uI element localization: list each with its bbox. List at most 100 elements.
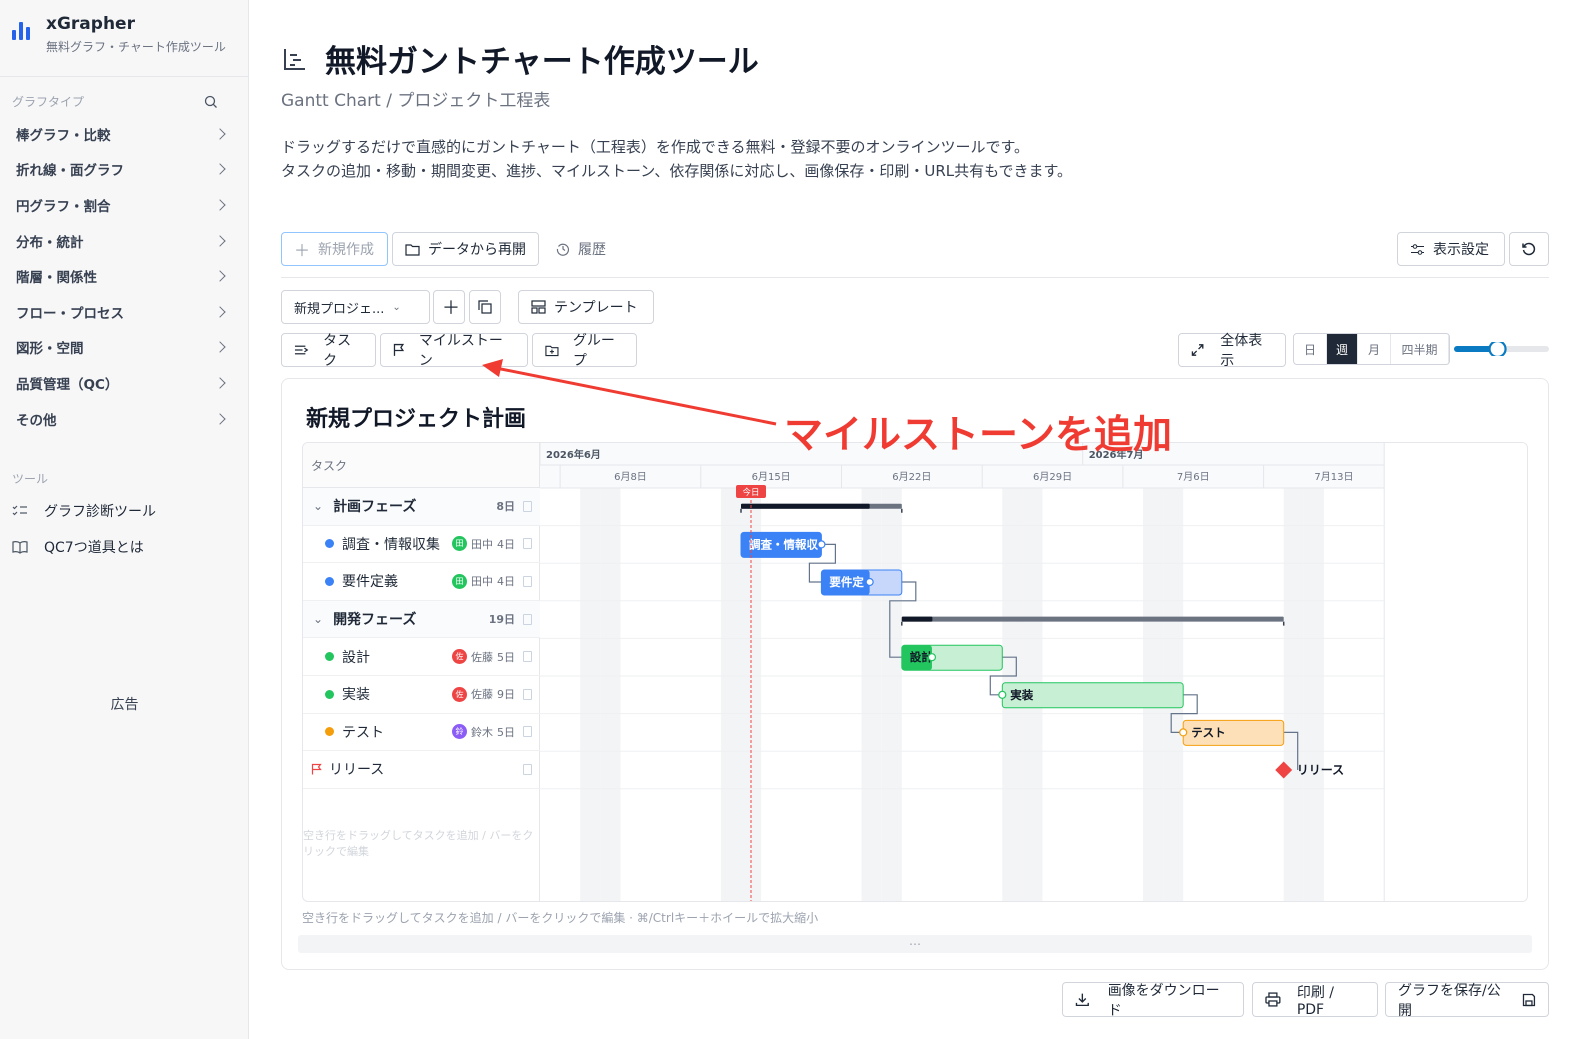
task-row[interactable]: テスト 鈴鈴木 5日 bbox=[303, 714, 540, 752]
add-task-button[interactable]: タスク bbox=[281, 333, 376, 369]
trash-icon[interactable] bbox=[523, 688, 532, 700]
save-publish-button[interactable]: グラフを保存/公開 bbox=[1385, 982, 1549, 1019]
description-line-1: ドラッグするだけで直感的にガントチャート（工程表）を作成できる無料・登録不要のオ… bbox=[281, 138, 1030, 156]
sidebar-item[interactable]: フロー・プロセス bbox=[0, 294, 248, 330]
project-select[interactable]: 新規プロジェ... ⌄ bbox=[281, 290, 430, 324]
chevron-down-icon: ⌄ bbox=[392, 301, 401, 313]
task-row[interactable]: 実装 佐佐藤 9日 bbox=[303, 676, 540, 714]
template-button[interactable]: テンプレート bbox=[518, 290, 654, 324]
chevron-right-icon bbox=[214, 412, 226, 425]
chevron-right-icon bbox=[214, 234, 226, 247]
empty-row-hint: 空き行をドラッグしてタスクを追加 / バーをクリックで編集 bbox=[303, 829, 534, 858]
scale-option[interactable]: 週 bbox=[1327, 334, 1358, 364]
task-bar-label: テスト bbox=[1191, 725, 1226, 739]
tool-qc7[interactable]: QC7つ道具とは bbox=[0, 529, 248, 565]
task-owner: 佐藤 bbox=[471, 650, 493, 664]
chevron-right-icon bbox=[214, 377, 226, 389]
sidebar-item[interactable]: 折れ線・面グラフ bbox=[0, 152, 248, 188]
task-row[interactable]: 調査・情報収集田田中 4日 bbox=[303, 526, 540, 564]
chart-footer-hint: 空き行をドラッグしてタスクを追加 / バーをクリックで編集 · ⌘/Ctrlキー… bbox=[302, 911, 819, 925]
chevron-right-icon bbox=[214, 163, 226, 176]
sidebar-item-label: 円グラフ・割合 bbox=[16, 198, 111, 215]
description-line-2: タスクの追加・移動・期間変更、進捗、マイルストーン、依存関係に対応し、画像保存・… bbox=[281, 162, 1073, 180]
milestone-label: マイルストーン bbox=[418, 333, 503, 369]
scale-option[interactable]: 日 bbox=[1294, 334, 1327, 364]
week-label: 7月6日 bbox=[1177, 471, 1210, 483]
plus-icon: ＋ bbox=[442, 298, 460, 319]
tool-graph-diagnosis[interactable]: グラフ診断ツール bbox=[0, 493, 248, 529]
resume-button[interactable]: データから再開 bbox=[392, 232, 539, 266]
scale-option[interactable]: 四半期 bbox=[1391, 334, 1449, 364]
collapse-chevron-icon[interactable]: ⌄ bbox=[313, 612, 323, 626]
trash-icon[interactable] bbox=[523, 613, 532, 625]
group-row[interactable]: ⌄ 計画フェーズ 8日 bbox=[303, 488, 540, 526]
display-settings-button[interactable]: 表示設定 bbox=[1397, 232, 1505, 266]
trash-icon[interactable] bbox=[523, 500, 532, 512]
trash-icon[interactable] bbox=[523, 538, 532, 550]
folder-icon bbox=[405, 243, 420, 256]
progress-handle bbox=[817, 540, 826, 549]
task-duration: 5日 bbox=[497, 725, 515, 739]
scale-option[interactable]: 月 bbox=[1358, 334, 1391, 364]
sidebar-item-label: その他 bbox=[16, 412, 57, 429]
weekend-shade bbox=[580, 488, 601, 901]
reset-button[interactable] bbox=[1509, 232, 1549, 266]
print-label: 印刷 / PDF bbox=[1296, 984, 1334, 1018]
sidebar-item[interactable]: 品質管理（QC） bbox=[0, 365, 248, 401]
task-label: タスク bbox=[323, 333, 352, 369]
group-row[interactable]: ⌄ 開発フェーズ 19日 bbox=[303, 600, 540, 639]
page-title-row: 無料ガントチャート作成ツール bbox=[281, 36, 759, 81]
section-graph-label: グラフタイプ bbox=[12, 95, 85, 109]
history-button[interactable]: 履歴 bbox=[543, 232, 623, 266]
collapse-chevron-icon[interactable]: ⌄ bbox=[313, 499, 323, 513]
task-bar-label: 要件定 bbox=[829, 575, 864, 589]
task-row[interactable]: 設計 佐佐藤 5日 bbox=[303, 638, 540, 676]
add-group-button[interactable]: グループ bbox=[532, 333, 637, 369]
task-list: タスク 空き行をドラッグしてタスクを追加 / バーをクリックで編集 ⌄ 計画フェー… bbox=[303, 443, 540, 901]
sidebar-item[interactable]: 図形・空間 bbox=[0, 330, 248, 366]
task-duration: 19日 bbox=[488, 613, 515, 627]
page-description: ドラッグするだけで直感的にガントチャート（工程表）を作成できる無料・登録不要のオ… bbox=[281, 135, 1072, 183]
milestone-label: リリース bbox=[1297, 763, 1344, 777]
bar-chart-logo-icon bbox=[12, 20, 34, 40]
trash-icon[interactable] bbox=[523, 575, 532, 587]
duplicate-project-button[interactable] bbox=[469, 290, 501, 324]
group-bar bbox=[901, 616, 1284, 622]
fit-all-button[interactable]: 全体表示 bbox=[1178, 333, 1286, 369]
annotation-label: マイルストーンを追加 bbox=[784, 413, 1173, 458]
brand[interactable]: xGrapher 無料グラフ・チャート作成ツール bbox=[0, 0, 248, 77]
trash-icon[interactable] bbox=[523, 763, 532, 775]
milestone-row[interactable]: リリース bbox=[303, 751, 540, 789]
today-label: 今日 bbox=[742, 487, 759, 498]
trash-icon[interactable] bbox=[523, 651, 532, 663]
task-row[interactable]: 要件定義 田田中 4日 bbox=[303, 563, 540, 601]
download-label: 画像をダウンロード bbox=[1107, 982, 1220, 1019]
task-name: 実装 bbox=[342, 687, 370, 704]
task-duration: 9日 bbox=[497, 688, 515, 702]
weekend-shade bbox=[881, 488, 902, 901]
trash-icon[interactable] bbox=[523, 726, 532, 738]
timeline[interactable]: 2026年6月 2026年7月6月8日 6月15日 6月22日 6月29日 7月6日 7月1… bbox=[540, 443, 1528, 902]
sidebar-item[interactable]: 分布・統計 bbox=[0, 223, 248, 259]
avatar: 田 bbox=[452, 573, 467, 589]
avatar: 佐 bbox=[452, 686, 467, 702]
new-button[interactable]: ＋ 新規作成 bbox=[281, 232, 388, 266]
brand-subtitle: 無料グラフ・チャート作成ツール bbox=[46, 40, 226, 54]
sidebar-item[interactable]: 階層・関係性 bbox=[0, 258, 248, 294]
sidebar-item[interactable]: 円グラフ・割合 bbox=[0, 187, 248, 223]
chart-title[interactable]: 新規プロジェクト計画 bbox=[306, 401, 526, 433]
task-color-dot bbox=[325, 576, 334, 586]
flag-icon bbox=[393, 343, 405, 356]
display-settings-label: 表示設定 bbox=[1433, 242, 1489, 258]
search-icon[interactable] bbox=[204, 95, 218, 109]
sidebar-item[interactable]: その他 bbox=[0, 401, 248, 437]
main-content: 無料ガントチャート作成ツール Gantt Chart / プロジェクト工程表 ド… bbox=[249, 0, 1584, 1039]
add-project-button[interactable]: ＋ bbox=[433, 290, 465, 324]
add-milestone-button[interactable]: マイルストーン bbox=[380, 333, 528, 369]
sidebar-item[interactable]: 棒グラフ・比較 bbox=[0, 116, 248, 152]
download-image-button[interactable]: 画像をダウンロード bbox=[1062, 982, 1244, 1019]
resize-handle[interactable]: ⋯ bbox=[298, 935, 1532, 953]
task-meta: 8日 bbox=[496, 498, 532, 514]
zoom-slider[interactable] bbox=[1454, 342, 1549, 356]
print-button[interactable]: 印刷 / PDF bbox=[1252, 982, 1378, 1018]
